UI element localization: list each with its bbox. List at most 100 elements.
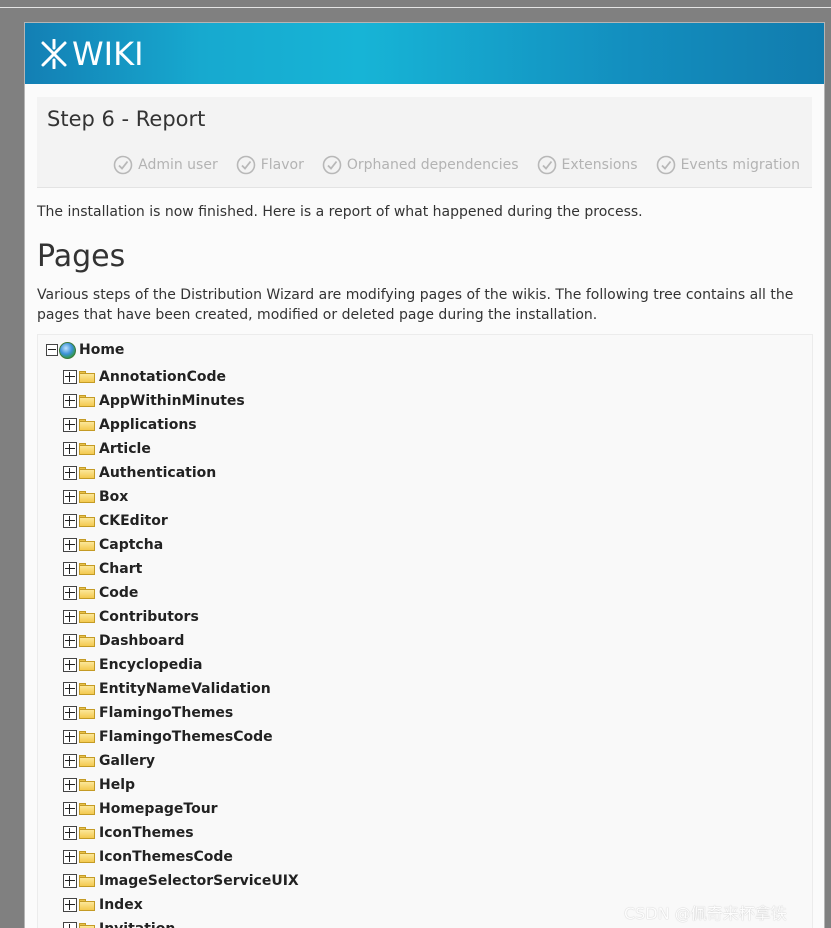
folder-icon [79,731,95,743]
folder-icon [79,611,95,623]
step-admin-user: Admin user [113,155,218,175]
tree-node-label[interactable]: HomepageTour [99,801,218,817]
step-label: Orphaned dependencies [346,157,519,173]
expand-icon[interactable] [63,562,77,576]
expand-icon[interactable] [63,874,77,888]
tree-node-label[interactable]: AppWithinMinutes [99,393,245,409]
tree-row[interactable]: Chart [63,557,299,581]
tree-row[interactable]: AnnotationCode [63,365,299,389]
expand-icon[interactable] [63,538,77,552]
tree-row[interactable]: HomepageTour [63,797,299,821]
tree-node-label[interactable]: ImageSelectorServiceUIX [99,873,299,889]
tree-node-label[interactable]: Captcha [99,537,163,553]
tree-node-label[interactable]: Code [99,585,138,601]
expand-icon[interactable] [63,586,77,600]
expand-icon[interactable] [63,778,77,792]
expand-icon[interactable] [63,898,77,912]
folder-icon [79,827,95,839]
tree-node-label[interactable]: Article [99,441,151,457]
window-top-strip [0,0,831,8]
tree-row[interactable]: IconThemes [63,821,299,845]
tree-node-label[interactable]: Encyclopedia [99,657,202,673]
expand-icon[interactable] [63,490,77,504]
tree-node-label[interactable]: Chart [99,561,142,577]
collapse-icon[interactable] [46,344,58,356]
folder-icon [79,419,95,431]
tree-row[interactable]: Index [63,893,299,917]
expand-icon[interactable] [63,730,77,744]
tree-row[interactable]: EntityNameValidation [63,677,299,701]
tree-row[interactable]: IconThemesCode [63,845,299,869]
expand-icon[interactable] [63,922,77,928]
tree-children: AnnotationCode AppWithinMinutes Applicatio… [63,365,299,928]
step-extensions: Extensions [537,155,638,175]
tree-row[interactable]: Captcha [63,533,299,557]
expand-icon[interactable] [63,610,77,624]
expand-icon[interactable] [63,706,77,720]
check-circle-icon [656,155,675,175]
folder-icon [79,899,95,911]
tree-node-label[interactable]: Authentication [99,465,216,481]
tree-row[interactable]: Contributors [63,605,299,629]
tree-row[interactable]: FlamingoThemesCode [63,725,299,749]
step-title: Step 6 - Report [47,107,206,131]
tree-node-label[interactable]: Help [99,777,135,793]
tree-node-label[interactable]: Applications [99,417,197,433]
tree-node-label[interactable]: Index [99,897,143,913]
folder-icon [79,803,95,815]
xwiki-logo[interactable]: WIKI [39,37,144,71]
tree-node-label[interactable]: IconThemes [99,825,194,841]
expand-icon[interactable] [63,682,77,696]
check-circle-icon [537,155,556,175]
tree-row[interactable]: ImageSelectorServiceUIX [63,869,299,893]
page-frame: WIKI Step 6 - Report Admin user Flavor O… [24,22,825,928]
tree-row[interactable]: Authentication [63,461,299,485]
tree-row[interactable]: Encyclopedia [63,653,299,677]
expand-icon[interactable] [63,418,77,432]
tree-row[interactable]: Invitation [63,917,299,928]
expand-icon[interactable] [63,634,77,648]
tree-row[interactable]: Code [63,581,299,605]
tree-node-label[interactable]: CKEditor [99,513,168,529]
tree-row[interactable]: CKEditor [63,509,299,533]
logo-text: WIKI [72,35,144,73]
tree-node-label[interactable]: AnnotationCode [99,369,226,385]
tree-node-label[interactable]: EntityNameValidation [99,681,271,697]
tree-row[interactable]: Applications [63,413,299,437]
tree-node-label[interactable]: FlamingoThemes [99,705,233,721]
tree-row[interactable]: Dashboard [63,629,299,653]
tree-node-label[interactable]: Dashboard [99,633,184,649]
expand-icon[interactable] [63,514,77,528]
expand-icon[interactable] [63,394,77,408]
tree-row[interactable]: Help [63,773,299,797]
tree-node-label[interactable]: Invitation [99,921,175,928]
folder-icon [79,851,95,863]
folder-icon [79,371,95,383]
pages-tree: Home AnnotationCode AppWithinMinutes Appli… [37,334,813,928]
expand-icon[interactable] [63,850,77,864]
folder-icon [79,755,95,767]
tree-node-label[interactable]: IconThemesCode [99,849,233,865]
tree-node-label[interactable]: Home [79,342,124,358]
globe-icon [59,341,76,359]
expand-icon[interactable] [63,802,77,816]
step-orphaned-dependencies: Orphaned dependencies [322,155,519,175]
tree-node-label[interactable]: FlamingoThemesCode [99,729,273,745]
tree-row[interactable]: AppWithinMinutes [63,389,299,413]
folder-icon [79,563,95,575]
tree-row[interactable]: FlamingoThemes [63,701,299,725]
expand-icon[interactable] [63,442,77,456]
expand-icon[interactable] [63,466,77,480]
expand-icon[interactable] [63,370,77,384]
expand-icon[interactable] [63,754,77,768]
tree-root-home[interactable]: Home [46,341,124,359]
expand-icon[interactable] [63,826,77,840]
tree-row[interactable]: Article [63,437,299,461]
tree-row[interactable]: Gallery [63,749,299,773]
tree-row[interactable]: Box [63,485,299,509]
tree-node-label[interactable]: Gallery [99,753,155,769]
tree-node-label[interactable]: Contributors [99,609,199,625]
folder-icon [79,659,95,671]
expand-icon[interactable] [63,658,77,672]
tree-node-label[interactable]: Box [99,489,128,505]
